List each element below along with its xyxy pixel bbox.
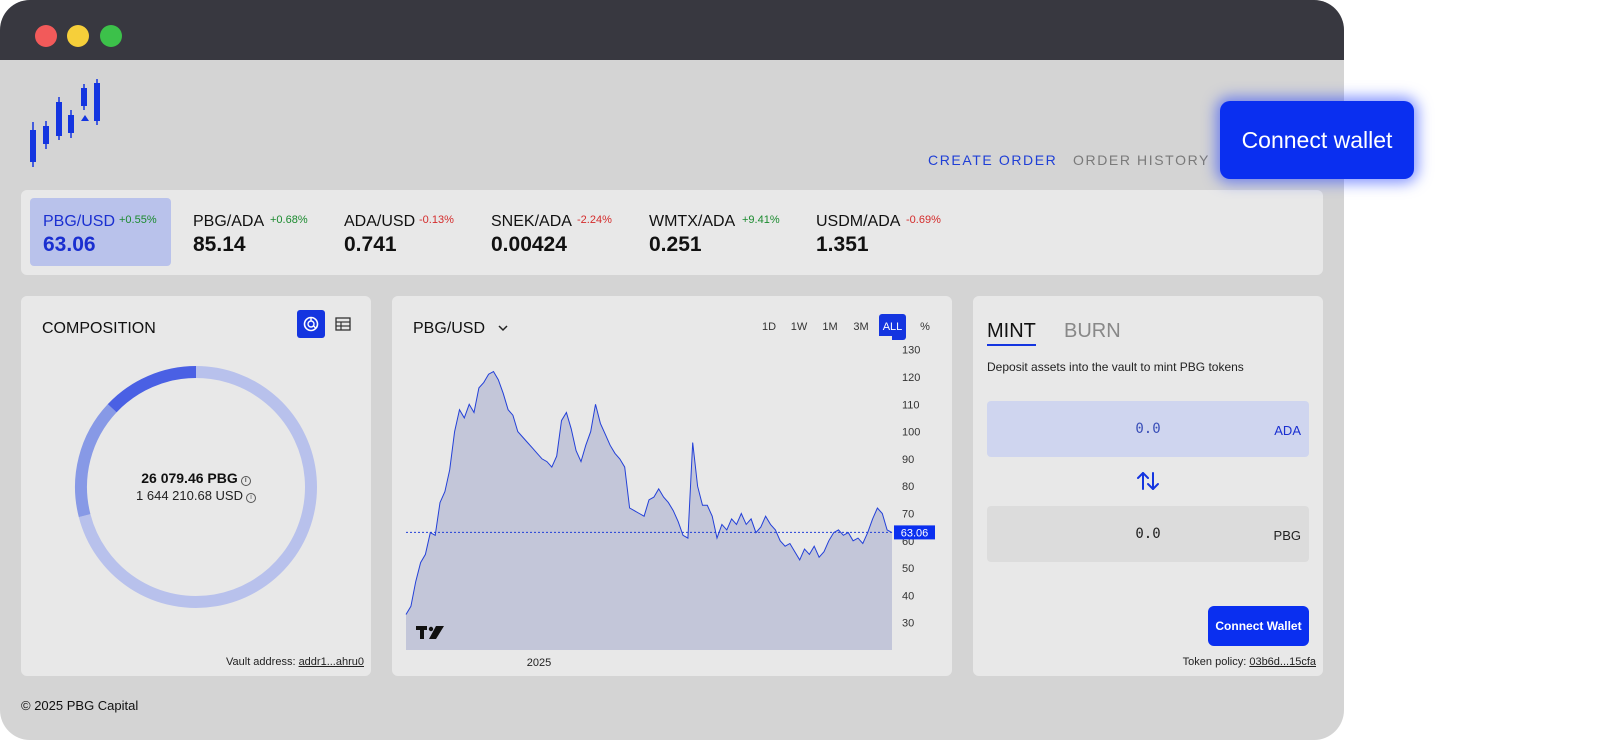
ada-amount-value: 0.0 xyxy=(1135,421,1161,437)
swap-arrows-icon[interactable] xyxy=(1135,470,1161,492)
ticker-price: 0.741 xyxy=(344,233,397,256)
ticker-change: -2.24% xyxy=(577,214,612,226)
connect-wallet-button[interactable]: Connect wallet xyxy=(1220,101,1414,179)
ticker-pair: SNEK/ADA xyxy=(491,213,572,230)
mint-description: Deposit assets into the vault to mint PB… xyxy=(987,360,1244,374)
pbg-amount-input[interactable]: 0.0 PBG xyxy=(987,506,1309,562)
price-chart-card: PBG/USD 1D 1W 1M 3M ALL % 30 40 50 60 70 80 90… xyxy=(392,296,952,676)
active-tab-indicator xyxy=(987,344,1036,346)
app-window: CREATE ORDER ORDER HISTORY PBG/USD +0.55… xyxy=(0,0,1344,740)
tab-mint[interactable]: MINT xyxy=(987,320,1036,343)
y-tick-label: 70 xyxy=(902,509,914,521)
info-icon[interactable]: i xyxy=(245,493,256,503)
y-tick-label: 80 xyxy=(902,481,914,493)
ticker-change: +0.68% xyxy=(270,214,308,226)
ticker-price: 1.351 xyxy=(816,233,869,256)
ticker-change: +9.41% xyxy=(742,214,780,226)
ticker-price: 0.00424 xyxy=(491,233,567,256)
y-tick-label: 130 xyxy=(902,345,920,357)
tab-burn[interactable]: BURN xyxy=(1064,320,1121,343)
ticker-change: -0.69% xyxy=(906,214,941,226)
donut-chart-icon xyxy=(303,316,319,332)
nav-create-order[interactable]: CREATE ORDER xyxy=(928,152,1057,168)
nav-order-history[interactable]: ORDER HISTORY xyxy=(1073,152,1210,168)
window-titlebar xyxy=(0,0,1344,60)
logo-part xyxy=(420,626,424,639)
token-policy: Token policy: 03b6d...15cfa xyxy=(1183,656,1316,668)
close-window-button[interactable] xyxy=(35,25,57,47)
mint-burn-card: MINT BURN Deposit assets into the vault … xyxy=(973,296,1323,676)
token-policy-label: Token policy: xyxy=(1182,656,1250,668)
ticker-pair: PBG/ADA xyxy=(193,213,265,230)
ticker-wmtx-ada[interactable]: WMTX/ADA +9.41% 0.251 xyxy=(637,198,797,266)
donut-segment-2[interactable] xyxy=(107,366,197,413)
footer-copyright: © 2025 PBG Capital xyxy=(21,698,139,713)
maximize-window-button[interactable] xyxy=(100,25,122,47)
y-tick-label: 110 xyxy=(902,399,920,411)
connect-wallet-button-mint[interactable]: Connect Wallet xyxy=(1208,606,1309,646)
y-tick-label: 90 xyxy=(902,454,914,466)
last-price-label: 63.06 xyxy=(901,527,929,539)
logo-part xyxy=(428,626,434,632)
pbg-amount-value: 0.0 xyxy=(1135,526,1161,542)
vault-address: Vault address: addr1...ahru0 xyxy=(226,656,364,668)
ticker-price: 0.251 xyxy=(649,233,702,256)
total-usd-value: 1 644 210.68 USD xyxy=(136,488,243,503)
candlestick-logo-icon xyxy=(26,78,106,175)
ticker-pbg-usd[interactable]: PBG/USD +0.55% 63.06 xyxy=(30,198,171,266)
ticker-snek-ada[interactable]: SNEK/ADA -2.24% 0.00424 xyxy=(479,198,629,266)
minimize-window-button[interactable] xyxy=(67,25,89,47)
ada-unit-label: ADA xyxy=(1274,423,1301,438)
y-tick-label: 30 xyxy=(902,618,914,630)
x-tick-label: 2025 xyxy=(527,657,551,669)
ticker-change: +0.55% xyxy=(119,214,157,226)
y-tick-label: 120 xyxy=(902,372,920,384)
y-tick-label: 40 xyxy=(902,590,914,602)
ticker-pbg-ada[interactable]: PBG/ADA +0.68% 85.14 xyxy=(181,198,321,266)
ticker-bar: PBG/USD +0.55% 63.06 PBG/ADA +0.68% 85.1… xyxy=(21,190,1323,275)
price-area-chart: 3040506070809010011012013063.062025 xyxy=(405,336,935,669)
composition-title: COMPOSITION xyxy=(42,320,156,337)
info-icon[interactable]: i xyxy=(240,476,251,486)
composition-card: COMPOSITION 26 079.46 PBG i 1 644 210.68 … xyxy=(21,296,371,676)
y-tick-label: 100 xyxy=(902,427,920,439)
pbg-unit-label: PBG xyxy=(1273,528,1301,543)
total-pbg-value: 26 079.46 PBG xyxy=(141,470,238,486)
ticker-pair: WMTX/ADA xyxy=(649,213,736,230)
ticker-pair: USDM/ADA xyxy=(816,213,901,230)
donut-view-button[interactable] xyxy=(297,310,325,338)
ticker-pair: ADA/USD xyxy=(344,213,416,230)
table-view-button[interactable] xyxy=(329,310,357,338)
ticker-usdm-ada[interactable]: USDM/ADA -0.69% 1.351 xyxy=(804,198,964,266)
token-policy-link[interactable]: 03b6d...15cfa xyxy=(1249,656,1316,668)
total-usd: 1 644 210.68 USD i xyxy=(21,488,371,503)
ticker-price: 63.06 xyxy=(43,233,96,256)
ticker-ada-usd[interactable]: ADA/USD -0.13% 0.741 xyxy=(332,198,472,266)
ticker-pair: PBG/USD xyxy=(43,213,116,230)
y-tick-label: 50 xyxy=(902,563,914,575)
ticker-change: -0.13% xyxy=(419,214,454,226)
vault-label: Vault address: xyxy=(226,656,299,668)
table-icon xyxy=(335,317,351,331)
ada-amount-input[interactable]: 0.0 ADA xyxy=(987,401,1309,457)
ticker-price: 85.14 xyxy=(193,233,246,256)
total-pbg: 26 079.46 PBG i xyxy=(21,470,371,486)
composition-donut xyxy=(75,366,317,608)
vault-address-link[interactable]: addr1...ahru0 xyxy=(299,656,364,668)
